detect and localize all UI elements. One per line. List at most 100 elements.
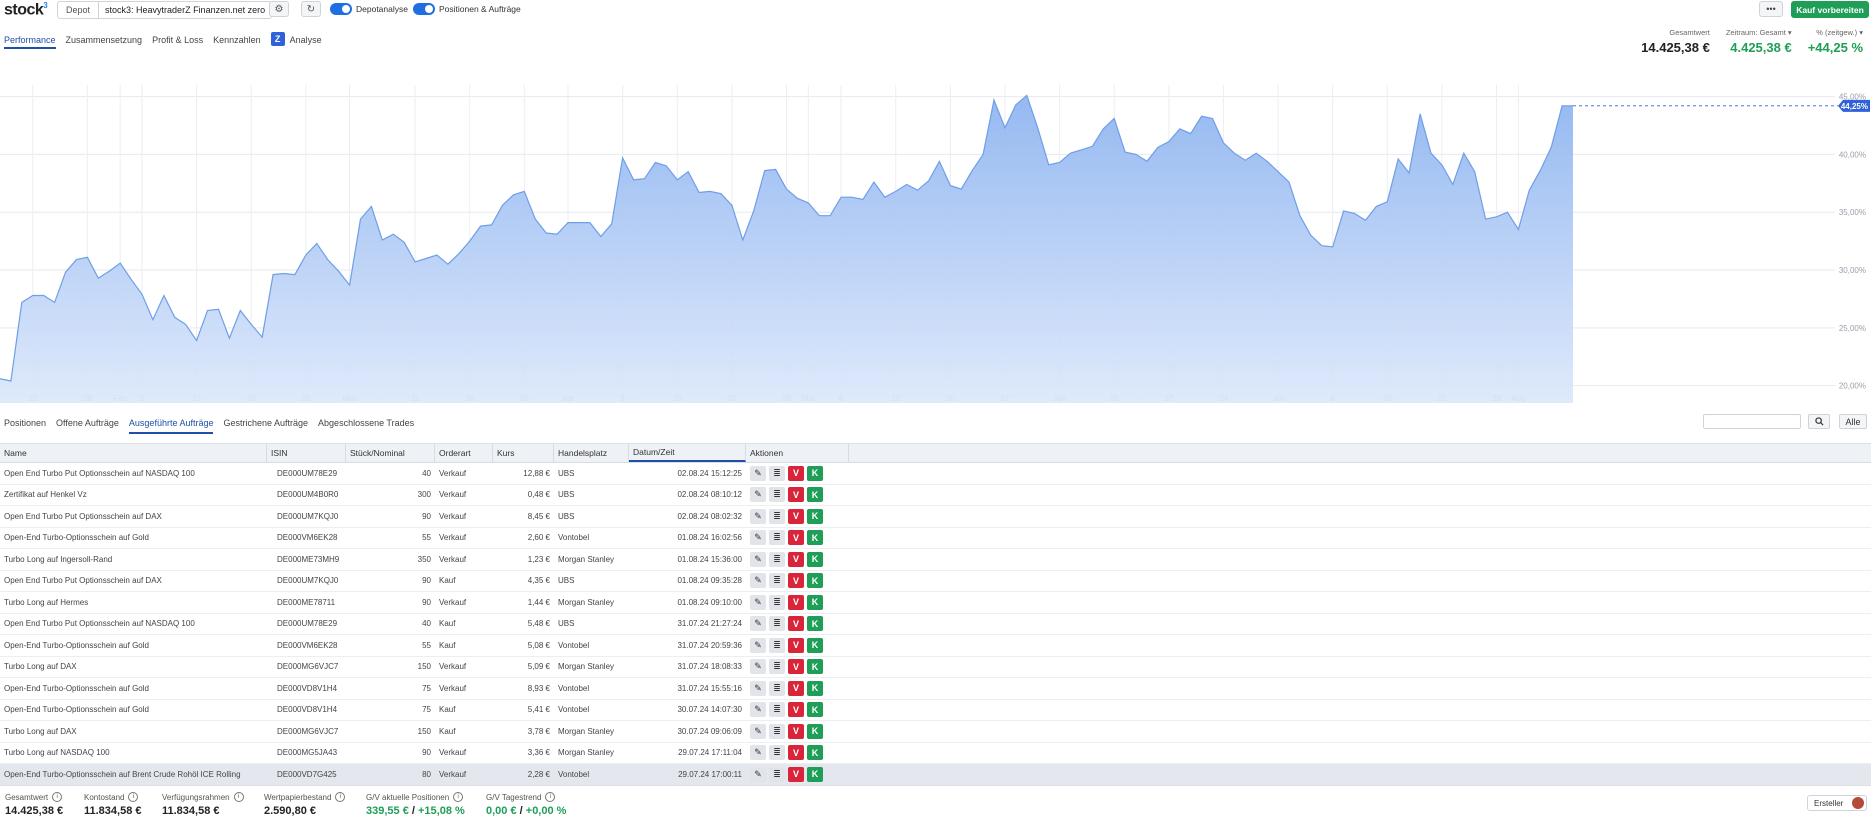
buy-row-button[interactable]: K	[807, 702, 823, 718]
buy-row-button[interactable]: K	[807, 465, 823, 481]
table-row[interactable]: Open End Turbo Put Optionsschein auf NAS…	[0, 614, 1871, 635]
buy-row-button[interactable]: K	[807, 530, 823, 546]
refresh-button[interactable]: ↻	[301, 1, 321, 17]
edit-icon[interactable]: ✎	[750, 745, 766, 761]
buy-row-button[interactable]: K	[807, 637, 823, 653]
list-icon[interactable]: ≣	[769, 530, 785, 546]
list-icon[interactable]: ≣	[769, 745, 785, 761]
sell-button[interactable]: V	[788, 616, 804, 632]
sell-button[interactable]: V	[788, 659, 804, 675]
toggle-positionen[interactable]	[413, 3, 435, 15]
buy-row-button[interactable]: K	[807, 680, 823, 696]
depot-value[interactable]: stock3: HeavytraderZ Finanzen.net zero	[99, 5, 271, 15]
table-row[interactable]: Open-End Turbo-Optionsschein auf Gold DE0…	[0, 635, 1871, 657]
table-row[interactable]: Turbo Long auf NASDAQ 100 DE000MG5JA43 90 V…	[0, 743, 1871, 764]
sell-button[interactable]: V	[788, 551, 804, 567]
list-icon[interactable]: ≣	[769, 723, 785, 739]
list-icon[interactable]: ≣	[769, 465, 785, 481]
table-row[interactable]: Turbo Long auf Hermes DE000ME78711 90 Verka…	[0, 592, 1871, 614]
table-row[interactable]: Open-End Turbo-Optionsschein auf Gold DE0…	[0, 700, 1871, 721]
info-icon[interactable]: i	[335, 792, 346, 802]
sell-button[interactable]: V	[788, 594, 804, 610]
table-row[interactable]: Open End Turbo Put Optionsschein auf DAX…	[0, 506, 1871, 528]
tab-positionen[interactable]: Positionen	[4, 418, 46, 434]
creator-button[interactable]: Ersteller	[1807, 795, 1867, 811]
list-icon[interactable]: ≣	[769, 573, 785, 589]
settings-button[interactable]: ⚙	[269, 1, 289, 17]
edit-icon[interactable]: ✎	[750, 594, 766, 610]
zeitraum-dropdown[interactable]: Zeitraum: Gesamt ▾	[1726, 28, 1792, 37]
edit-icon[interactable]: ✎	[750, 573, 766, 589]
buy-button[interactable]: Kauf vorbereiten	[1791, 1, 1869, 18]
table-row[interactable]: Open End Turbo Put Optionsschein auf DAX…	[0, 571, 1871, 592]
search-button[interactable]	[1808, 414, 1830, 429]
edit-icon[interactable]: ✎	[750, 487, 766, 503]
sell-button[interactable]: V	[788, 637, 804, 653]
edit-icon[interactable]: ✎	[750, 659, 766, 675]
table-row[interactable]: Open-End Turbo-Optionsschein auf Gold DE0…	[0, 528, 1871, 549]
info-icon[interactable]: i	[52, 792, 63, 802]
edit-icon[interactable]: ✎	[750, 766, 766, 782]
list-icon[interactable]: ≣	[769, 508, 785, 524]
edit-icon[interactable]: ✎	[750, 702, 766, 718]
list-icon[interactable]: ≣	[769, 487, 785, 503]
edit-icon[interactable]: ✎	[750, 680, 766, 696]
table-row[interactable]: Zertifikat auf Henkel Vz DE000UM4B0R0 300 V…	[0, 485, 1871, 506]
sell-button[interactable]: V	[788, 723, 804, 739]
col-datum[interactable]: Datum/Zeit	[629, 444, 746, 462]
info-icon[interactable]: i	[545, 792, 556, 802]
pct-dropdown[interactable]: % (zeitgew.) ▾	[1808, 28, 1863, 37]
tab-kennzahlen[interactable]: Kennzahlen	[213, 35, 261, 49]
sell-button[interactable]: V	[788, 745, 804, 761]
info-icon[interactable]: i	[128, 792, 139, 802]
buy-row-button[interactable]: K	[807, 573, 823, 589]
tab-zusammensetzung[interactable]: Zusammensetzung	[66, 35, 143, 49]
tab-profit-loss[interactable]: Profit & Loss	[152, 35, 203, 49]
buy-row-button[interactable]: K	[807, 659, 823, 675]
buy-row-button[interactable]: K	[807, 766, 823, 782]
performance-chart[interactable]: 20,00%25,00%30,00%35,00%40,00%45,00% 222…	[0, 85, 1871, 405]
tab-analyse[interactable]: Z Analyse	[270, 31, 322, 49]
tab-offene-auftraege[interactable]: Offene Aufträge	[56, 418, 119, 434]
depot-selector[interactable]: Depot stock3: HeavytraderZ Finanzen.net …	[57, 1, 273, 19]
col-handelsplatz[interactable]: Handelsplatz	[554, 444, 629, 462]
buy-row-button[interactable]: K	[807, 616, 823, 632]
tab-abgeschlossene-trades[interactable]: Abgeschlossene Trades	[318, 418, 414, 434]
list-icon[interactable]: ≣	[769, 616, 785, 632]
sell-button[interactable]: V	[788, 530, 804, 546]
app-logo[interactable]: stock3	[4, 1, 48, 19]
sell-button[interactable]: V	[788, 465, 804, 481]
table-row[interactable]: Open-End Turbo-Optionsschein auf Brent C…	[0, 764, 1871, 786]
edit-icon[interactable]: ✎	[750, 723, 766, 739]
sell-button[interactable]: V	[788, 702, 804, 718]
buy-row-button[interactable]: K	[807, 551, 823, 567]
edit-icon[interactable]: ✎	[750, 530, 766, 546]
list-icon[interactable]: ≣	[769, 659, 785, 675]
list-icon[interactable]: ≣	[769, 594, 785, 610]
list-icon[interactable]: ≣	[769, 766, 785, 782]
tab-gestrichene-auftraege[interactable]: Gestrichene Aufträge	[223, 418, 308, 434]
buy-row-button[interactable]: K	[807, 723, 823, 739]
edit-icon[interactable]: ✎	[750, 637, 766, 653]
buy-row-button[interactable]: K	[807, 487, 823, 503]
col-isin[interactable]: ISIN	[267, 444, 346, 462]
col-name[interactable]: Name	[0, 444, 267, 462]
filter-alle-button[interactable]: Alle	[1839, 414, 1867, 429]
search-input[interactable]	[1703, 414, 1801, 429]
list-icon[interactable]: ≣	[769, 551, 785, 567]
tab-ausgefuehrte-auftraege[interactable]: Ausgeführte Aufträge	[128, 418, 214, 434]
sell-button[interactable]: V	[788, 573, 804, 589]
info-icon[interactable]: i	[453, 792, 464, 802]
list-icon[interactable]: ≣	[769, 702, 785, 718]
col-qty[interactable]: Stück/Nominal	[346, 444, 435, 462]
list-icon[interactable]: ≣	[769, 637, 785, 653]
info-icon[interactable]: i	[233, 792, 244, 802]
sell-button[interactable]: V	[788, 680, 804, 696]
col-kurs[interactable]: Kurs	[493, 444, 554, 462]
table-row[interactable]: Open End Turbo Put Optionsschein auf NAS…	[0, 463, 1871, 485]
edit-icon[interactable]: ✎	[750, 551, 766, 567]
col-orderart[interactable]: Orderart	[435, 444, 493, 462]
tab-performance[interactable]: Performance	[4, 35, 56, 49]
toggle-depotanalyse[interactable]	[330, 3, 352, 15]
sell-button[interactable]: V	[788, 508, 804, 524]
